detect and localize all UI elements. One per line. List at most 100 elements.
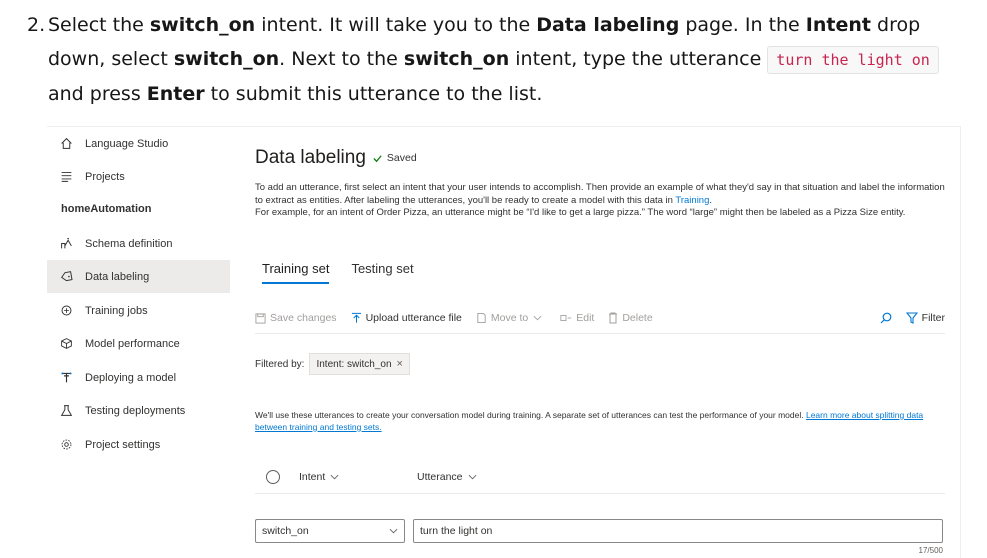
tab-bar: Training set Testing set xyxy=(262,261,436,284)
home-icon xyxy=(59,137,73,151)
filter-summary: Filtered by: Intent: switch_on × xyxy=(255,353,410,375)
intent-dropdown[interactable]: switch_on xyxy=(255,519,405,543)
saved-label: Saved xyxy=(386,152,417,164)
filter-chip: Intent: switch_on × xyxy=(309,353,410,375)
search-icon[interactable] xyxy=(880,312,892,324)
instruction-bold: switch_on xyxy=(173,48,280,70)
description-text: . xyxy=(709,194,713,206)
flask-icon xyxy=(59,404,73,418)
sidebar-item-training-jobs[interactable]: Training jobs xyxy=(47,294,230,327)
schema-icon xyxy=(59,237,73,251)
step-number: 2. xyxy=(27,14,46,36)
instruction-text: page. In the xyxy=(679,14,806,36)
instruction-text: intent. It will take you to the xyxy=(255,14,537,36)
intent-column-label: Intent xyxy=(299,471,326,483)
utterance-input-value: turn the light on xyxy=(420,525,493,537)
main-content: Data labeling Saved To add an utterance,… xyxy=(255,127,960,558)
character-count: 17/500 xyxy=(918,546,943,555)
sidebar-item-label: Deploying a model xyxy=(85,371,177,384)
instruction-bold: Enter xyxy=(146,83,205,105)
sidebar-item-label: Schema definition xyxy=(85,237,173,250)
project-name: homeAutomation xyxy=(61,203,152,215)
chevron-down-icon xyxy=(389,528,398,534)
check-icon xyxy=(373,154,382,162)
sidebar-item-testing-deployments[interactable]: Testing deployments xyxy=(47,394,230,427)
page-description: To add an utterance, first select an int… xyxy=(255,182,945,220)
sidebar-item-projects[interactable]: Projects xyxy=(47,160,230,193)
gear-icon xyxy=(59,438,73,452)
instruction-bold: switch_on xyxy=(149,14,256,36)
instruction-text: intent, type the utterance xyxy=(509,48,768,70)
filter-icon xyxy=(905,312,918,324)
instruction-text: and press xyxy=(48,83,147,105)
filtered-by-label: Filtered by: xyxy=(255,358,305,370)
note-text: We'll use these utterances to create you… xyxy=(255,410,806,420)
instruction-text: Select the xyxy=(48,14,150,36)
instruction-bold: Data labeling xyxy=(536,14,680,36)
instruction-text: . Next to the xyxy=(279,48,404,70)
remove-filter-icon[interactable]: × xyxy=(397,358,403,370)
edit-icon xyxy=(560,313,572,323)
sidebar-item-label: Data labeling xyxy=(85,270,150,283)
sidebar-item-label: Training jobs xyxy=(85,304,148,317)
sidebar-item-language-studio[interactable]: Language Studio xyxy=(47,127,230,160)
sidebar-item-label: Project settings xyxy=(85,438,161,451)
upload-utterance-file-button[interactable]: Upload utterance file xyxy=(351,312,462,324)
delete-label: Delete xyxy=(622,312,653,324)
tab-testing-set[interactable]: Testing set xyxy=(351,261,413,284)
training-icon xyxy=(59,304,73,318)
intent-column-header[interactable]: Intent xyxy=(299,471,417,483)
move-to-button[interactable]: Move to xyxy=(476,312,546,324)
instruction-text: to submit this utterance to the list. xyxy=(204,83,543,105)
list-icon xyxy=(59,170,73,184)
save-changes-label: Save changes xyxy=(270,312,337,324)
chevron-down-icon xyxy=(533,315,542,321)
table-header: Intent Utterance xyxy=(255,461,945,494)
upload-icon xyxy=(351,312,362,324)
select-all-radio[interactable] xyxy=(266,470,280,484)
sidebar-item-label: Projects xyxy=(85,170,125,183)
file-move-icon xyxy=(476,312,487,324)
saved-status: Saved xyxy=(372,152,417,164)
toolbar-right: Filter xyxy=(880,312,945,324)
edit-button[interactable]: Edit xyxy=(560,312,594,324)
utterance-note: We'll use these utterances to create you… xyxy=(255,410,935,433)
instruction-paragraph: 2. Select the switch_on intent. It will … xyxy=(27,8,972,111)
cube-icon xyxy=(59,337,73,351)
toolbar: Save changes Upload utterance file Move … xyxy=(255,303,945,334)
filter-button[interactable]: Filter xyxy=(905,312,945,324)
sidebar-item-label: Testing deployments xyxy=(85,404,186,417)
edit-label: Edit xyxy=(576,312,595,324)
trash-icon xyxy=(608,312,618,324)
tab-training-set[interactable]: Training set xyxy=(262,261,330,284)
filter-label: Filter xyxy=(921,312,945,324)
description-example: For example, for an intent of Order Pizz… xyxy=(255,207,906,218)
sidebar-item-model-performance[interactable]: Model performance xyxy=(47,327,230,360)
move-to-label: Move to xyxy=(490,312,529,324)
training-link[interactable]: Training xyxy=(675,195,709,206)
sidebar-item-schema-definition[interactable]: Schema definition xyxy=(47,227,230,260)
sidebar-item-project-settings[interactable]: Project settings xyxy=(47,428,230,461)
sidebar-item-label: Model performance xyxy=(85,337,180,350)
intent-dropdown-value: switch_on xyxy=(262,525,309,537)
instruction-bold: switch_on xyxy=(403,48,510,70)
filter-chip-label: Intent: switch_on xyxy=(316,358,392,370)
utterance-code: turn the light on xyxy=(767,46,939,74)
utterance-input[interactable]: turn the light on xyxy=(413,519,943,543)
utterance-column-header[interactable]: Utterance xyxy=(417,471,477,483)
sidebar-item-label: Language Studio xyxy=(85,137,169,150)
sidebar: Language Studio Projects homeAutomation … xyxy=(47,127,230,558)
page-title: Data labeling Saved xyxy=(255,147,417,169)
page-title-text: Data labeling xyxy=(255,147,366,168)
language-studio-screenshot: Language Studio Projects homeAutomation … xyxy=(47,126,961,558)
utterance-column-label: Utterance xyxy=(417,471,463,483)
delete-button[interactable]: Delete xyxy=(608,312,653,324)
save-changes-button[interactable]: Save changes xyxy=(255,312,337,324)
sidebar-item-data-labeling[interactable]: Data labeling xyxy=(47,260,230,293)
sidebar-item-deploying-a-model[interactable]: Deploying a model xyxy=(47,361,230,394)
chevron-down-icon xyxy=(468,474,477,480)
save-icon xyxy=(255,312,266,324)
deploy-icon xyxy=(59,371,73,385)
tag-icon xyxy=(59,270,73,284)
chevron-down-icon xyxy=(330,474,339,480)
